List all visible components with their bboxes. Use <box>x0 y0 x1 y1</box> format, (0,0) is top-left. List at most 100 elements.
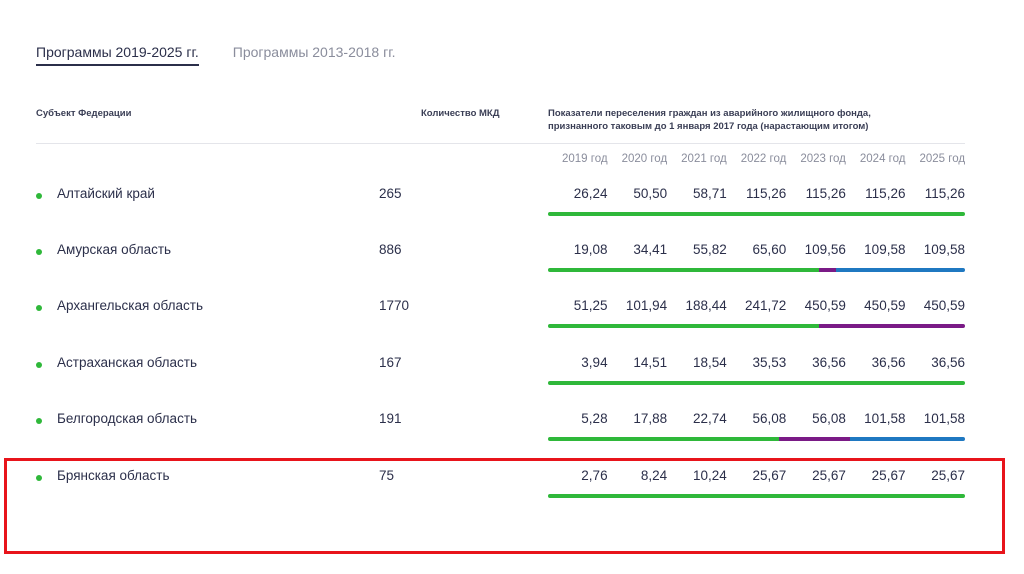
year-value-cell: 65,60 <box>752 242 787 257</box>
year-value-cell: 36,56 <box>871 355 906 370</box>
progress-bar <box>548 437 965 441</box>
year-value-cell: 25,67 <box>931 468 966 483</box>
year-value-cell: 58,71 <box>692 186 727 201</box>
status-dot-icon <box>36 475 42 481</box>
year-value-cell: 25,67 <box>752 468 787 483</box>
year-header: 2025 год <box>919 153 966 165</box>
year-value-cell: 101,58 <box>864 411 906 426</box>
mkd-count: 191 <box>379 411 402 426</box>
region-name[interactable]: Амурская область <box>57 242 171 257</box>
tab-programs-2013-2018[interactable]: Программы 2013-2018 гг. <box>233 44 396 66</box>
year-value-cell: 55,82 <box>692 242 727 257</box>
year-value-cell: 115,26 <box>746 186 787 201</box>
table-row[interactable]: Амурская область 886 19,08 34,41 55,82 65,60 1… <box>0 228 1024 284</box>
progress-segment <box>779 437 851 441</box>
tab-programs-2019-2025[interactable]: Программы 2019-2025 гг. <box>36 44 199 66</box>
progress-bar <box>548 268 965 272</box>
year-value-cell: 101,58 <box>923 411 966 426</box>
year-value-cell: 36,56 <box>931 355 966 370</box>
progress-bar <box>548 324 965 328</box>
progress-segment <box>548 381 965 385</box>
year-value-cell: 56,08 <box>752 411 787 426</box>
year-header: 2020 год <box>621 153 668 165</box>
year-value-cell: 450,59 <box>804 298 846 313</box>
tabs: Программы 2019-2025 гг. Программы 2013-2… <box>36 44 396 66</box>
year-value-cell: 109,58 <box>864 242 906 257</box>
progress-segment <box>548 268 820 272</box>
status-dot-icon <box>36 418 42 424</box>
year-value-cell: 450,59 <box>864 298 906 313</box>
progress-segment <box>819 268 836 272</box>
year-value-cell: 3,94 <box>581 355 608 370</box>
region-name[interactable]: Архангельская область <box>57 298 203 313</box>
year-values: 26,24 50,50 58,71 115,26 115,26 115,26 115,26 <box>548 186 965 201</box>
year-values: 3,94 14,51 18,54 35,53 36,56 36,56 36,56 <box>548 355 965 370</box>
status-dot-icon <box>36 362 42 368</box>
year-header: 2019 год <box>562 153 608 165</box>
year-value-cell: 35,53 <box>752 355 787 370</box>
table-row[interactable]: Белгородская область 191 5,28 17,88 22,74 56,… <box>0 397 1024 453</box>
mkd-count: 886 <box>379 242 402 257</box>
year-header: 2022 год <box>740 153 787 165</box>
progress-bar <box>548 212 965 216</box>
year-value-cell: 2,76 <box>581 468 608 483</box>
table-row[interactable]: Алтайский край 265 26,24 50,50 58,71 115,26 11… <box>0 172 1024 228</box>
year-value-cell: 188,44 <box>685 298 727 313</box>
year-header: 2024 год <box>859 153 906 165</box>
year-header: 2021 год <box>681 153 727 165</box>
year-value-cell: 51,25 <box>573 298 608 313</box>
year-value-cell: 50,50 <box>633 186 668 201</box>
year-value-cell: 115,26 <box>865 186 906 201</box>
year-value-cell: 109,56 <box>804 242 846 257</box>
mkd-count: 265 <box>379 186 402 201</box>
year-values: 2,76 8,24 10,24 25,67 25,67 25,67 25,67 <box>548 468 965 483</box>
year-value-cell: 26,24 <box>573 186 608 201</box>
year-value-cell: 101,94 <box>625 298 668 313</box>
table-row[interactable]: Архангельская область 1770 51,25 101,94 188,… <box>0 284 1024 340</box>
region-name[interactable]: Астраханская область <box>57 355 197 370</box>
region-name[interactable]: Алтайский край <box>57 186 155 201</box>
year-value-cell: 34,41 <box>633 242 668 257</box>
year-value-cell: 17,88 <box>633 411 668 426</box>
year-header-row: 2019 год 2020 год 2021 год 2022 год 2023 год… <box>548 153 965 165</box>
progress-segment <box>850 437 965 441</box>
status-dot-icon <box>36 249 42 255</box>
year-value-cell: 14,51 <box>633 355 668 370</box>
progress-segment <box>548 212 965 216</box>
mkd-count: 167 <box>379 355 402 370</box>
mkd-count: 1770 <box>379 298 410 313</box>
year-value-cell: 8,24 <box>640 468 668 483</box>
progress-segment <box>548 437 780 441</box>
progress-segment <box>835 268 965 272</box>
year-values: 51,25 101,94 188,44 241,72 450,59 450,59 450,5… <box>548 298 965 313</box>
year-value-cell: 241,72 <box>745 298 787 313</box>
year-value-cell: 450,59 <box>923 298 966 313</box>
year-value-cell: 25,67 <box>871 468 906 483</box>
progress-bar <box>548 494 965 498</box>
year-value-cell: 115,26 <box>924 186 966 201</box>
year-value-cell: 56,08 <box>812 411 846 426</box>
mkd-count: 75 <box>379 468 395 483</box>
year-value-cell: 10,24 <box>692 468 727 483</box>
table-row[interactable]: Брянская область 75 2,76 8,24 10,24 25,67 25,6… <box>0 454 1024 510</box>
year-value-cell: 36,56 <box>812 355 846 370</box>
year-value-cell: 115,26 <box>805 186 846 201</box>
status-dot-icon <box>36 305 42 311</box>
year-value-cell: 109,58 <box>923 242 966 257</box>
status-dot-icon <box>36 193 42 199</box>
progress-segment <box>819 324 965 328</box>
header-divider <box>36 143 965 144</box>
column-header-indicators: Показатели переселения граждан из аварий… <box>548 108 871 132</box>
year-value-cell: 19,08 <box>573 242 608 257</box>
year-value-cell: 5,28 <box>581 411 608 426</box>
region-name[interactable]: Белгородская область <box>57 411 197 426</box>
progress-segment <box>548 494 965 498</box>
year-value-cell: 25,67 <box>812 468 846 483</box>
column-header-subject: Субъект Федерации <box>36 108 132 119</box>
table-row[interactable]: Астраханская область 167 3,94 14,51 18,54 35,… <box>0 341 1024 397</box>
year-values: 5,28 17,88 22,74 56,08 56,08 101,58 101,58 <box>548 411 965 426</box>
year-value-cell: 22,74 <box>692 411 727 426</box>
year-value-cell: 18,54 <box>692 355 727 370</box>
region-name[interactable]: Брянская область <box>57 468 170 483</box>
column-header-count: Количество МКД <box>421 108 500 119</box>
